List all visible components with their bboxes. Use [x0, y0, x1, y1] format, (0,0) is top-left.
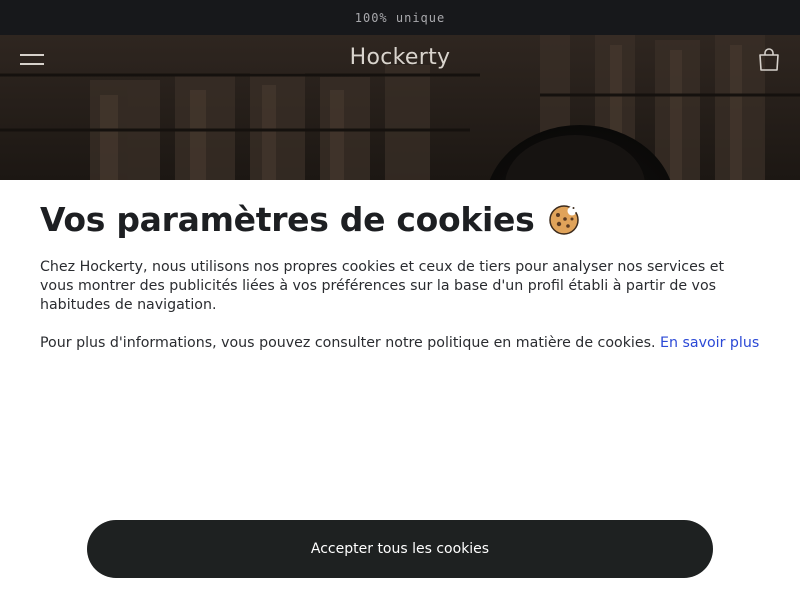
shopping-bag-icon[interactable]: [756, 47, 782, 73]
announcement-bar: 100% unique: [0, 0, 800, 35]
site-logo[interactable]: Hockerty: [0, 45, 800, 70]
cookie-description: Chez Hockerty, nous utilisons nos propre…: [40, 258, 760, 353]
cookie-consent-panel: Vos paramètres de cookies Chez Hockerty,…: [0, 180, 800, 600]
cookie-paragraph-2-text: Pour plus d'informations, vous pouvez co…: [40, 335, 656, 351]
cookie-title: Vos paramètres de cookies: [40, 200, 535, 239]
announcement-text: 100% unique: [354, 10, 446, 25]
cookie-paragraph-2: Pour plus d'informations, vous pouvez co…: [40, 334, 760, 353]
learn-more-link[interactable]: En savoir plus: [660, 335, 759, 351]
cookie-title-row: Vos paramètres de cookies: [40, 200, 580, 239]
cookie-paragraph-1: Chez Hockerty, nous utilisons nos propre…: [40, 259, 725, 313]
cookie-icon: [549, 204, 580, 235]
accept-all-cookies-button[interactable]: Accepter tous les cookies: [87, 520, 713, 578]
site-header: Hockerty: [0, 35, 800, 85]
